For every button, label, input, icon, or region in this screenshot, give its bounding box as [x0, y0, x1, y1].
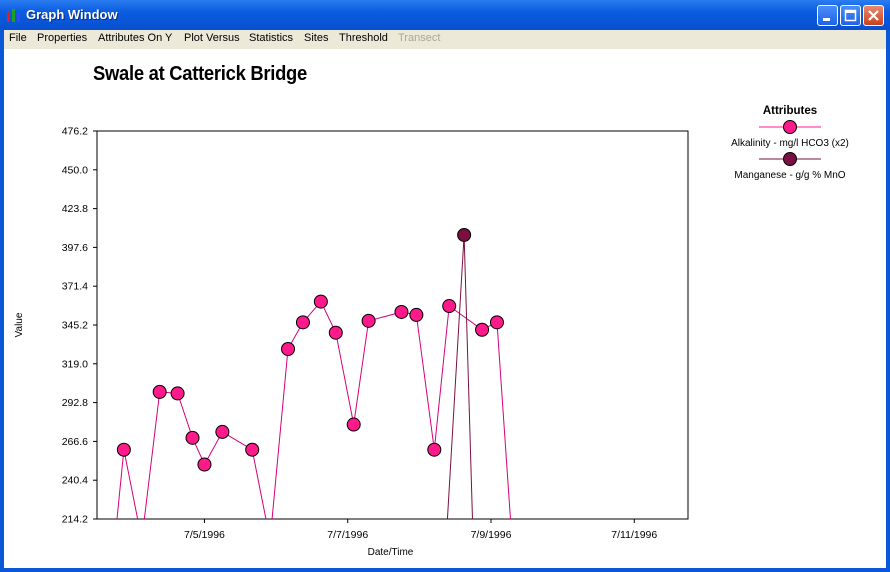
- y-tick-label: 450.0: [62, 164, 88, 176]
- y-tick-label: 397.6: [62, 242, 88, 254]
- maximize-icon: [844, 9, 857, 22]
- legend-title: Attributes: [763, 105, 817, 117]
- legend-marker: [783, 152, 797, 166]
- y-tick-label: 476.2: [62, 126, 88, 138]
- y-axis-label: Value: [14, 312, 25, 337]
- data-point: [346, 417, 361, 432]
- y-tick-label: 292.8: [62, 397, 88, 409]
- data-point: [116, 442, 131, 457]
- menu-transect: Transect: [398, 32, 441, 44]
- data-point: [313, 294, 328, 309]
- graph-window: Graph Window File Properties Attributes …: [0, 0, 890, 572]
- data-point: [197, 457, 212, 472]
- data-point: [328, 325, 343, 340]
- data-point: [170, 386, 185, 401]
- data-point: [427, 442, 442, 457]
- data-point: [442, 299, 457, 314]
- close-icon: [868, 10, 879, 21]
- legend-label: Manganese - g/g % MnO: [734, 170, 845, 181]
- minimize-icon: [823, 18, 830, 21]
- y-tick-label: 266.6: [62, 436, 88, 448]
- y-tick-label: 319.0: [62, 358, 88, 370]
- y-tick-label: 214.2: [62, 514, 88, 526]
- menu-sites[interactable]: Sites: [304, 32, 328, 44]
- x-axis-label: Date/Time: [368, 547, 414, 558]
- data-point: [457, 227, 472, 242]
- data-point: [489, 315, 504, 330]
- x-tick-label: 7/5/1996: [184, 529, 225, 541]
- y-tick-label: 345.2: [62, 320, 88, 332]
- data-point: [281, 341, 296, 356]
- y-tick-label: 423.8: [62, 203, 88, 215]
- data-point: [245, 442, 260, 457]
- graph-area: Swale at Catterick Bridge 476.2 450.0 423.…: [4, 49, 886, 568]
- app-icon: [7, 9, 20, 22]
- menu-properties[interactable]: Properties: [37, 32, 87, 44]
- data-point: [185, 430, 200, 445]
- maximize-button[interactable]: [840, 5, 861, 26]
- y-tick-label: 240.4: [62, 475, 88, 487]
- minimize-button[interactable]: [817, 5, 838, 26]
- data-point: [215, 424, 230, 439]
- x-tick-label: 7/7/1996: [327, 529, 368, 541]
- window-title: Graph Window: [26, 7, 118, 22]
- data-point: [394, 304, 409, 319]
- close-button[interactable]: [863, 5, 884, 26]
- menu-statistics[interactable]: Statistics: [249, 32, 293, 44]
- title-bar[interactable]: Graph Window: [0, 0, 890, 30]
- data-point: [295, 315, 310, 330]
- menu-bar: File Properties Attributes On Y Plot Ver…: [4, 30, 886, 49]
- menu-plot-versus[interactable]: Plot Versus: [184, 32, 240, 44]
- legend-marker: [783, 120, 797, 134]
- x-tick-label: 7/9/1996: [471, 529, 512, 541]
- plot-frame: [96, 130, 689, 520]
- chart: 476.2 450.0 423.8 397.6 371.4 345.2 319.0 292.8…: [14, 105, 849, 558]
- y-tick-label: 371.4: [62, 281, 88, 293]
- menu-attributes-on-y[interactable]: Attributes On Y: [98, 32, 172, 44]
- menu-threshold[interactable]: Threshold: [339, 32, 388, 44]
- data-point: [361, 313, 376, 328]
- data-point: [475, 322, 490, 337]
- data-point: [409, 307, 424, 322]
- data-point: [152, 384, 167, 399]
- menu-file[interactable]: File: [9, 32, 27, 44]
- x-tick-label: 7/11/1996: [611, 529, 657, 541]
- legend-label: Alkalinity - mg/l HCO3 (x2): [731, 138, 849, 149]
